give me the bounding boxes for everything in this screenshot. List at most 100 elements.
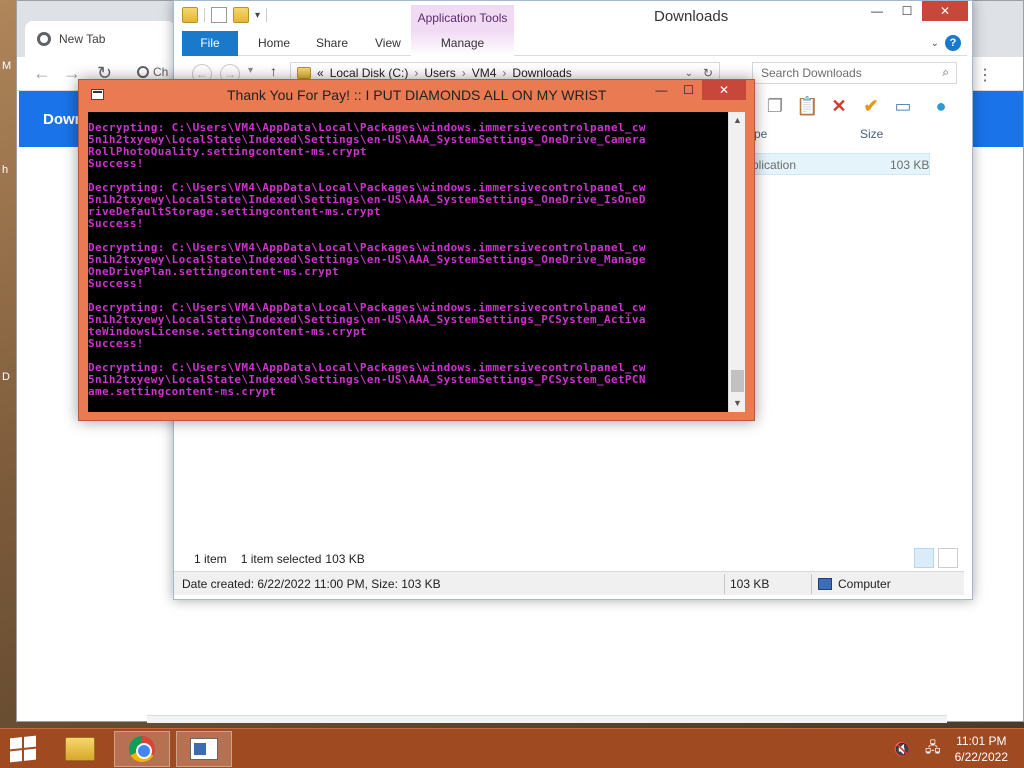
ribbon-tabs: File Home Share View Manage ⌄ ? xyxy=(182,31,967,56)
breadcrumb-separator-icon[interactable]: › xyxy=(502,66,506,80)
windows-start-icon[interactable] xyxy=(10,735,36,763)
back-arrow-icon[interactable]: ← xyxy=(33,63,51,84)
recent-locations-icon[interactable]: ▾ xyxy=(248,65,253,76)
address-overflow[interactable]: « xyxy=(317,66,324,80)
search-input[interactable]: Search Downloads xyxy=(752,62,957,84)
quick-access-toolbar: ▾ xyxy=(182,7,268,23)
breadcrumb-separator-icon[interactable]: › xyxy=(462,66,466,80)
tab-home[interactable]: Home xyxy=(244,31,304,56)
console-block: Decrypting: C:\Users\VM4\AppData\Local\P… xyxy=(88,122,728,170)
help-icon[interactable]: ? xyxy=(945,35,961,51)
application-tools-context-tab: Application Tools xyxy=(411,5,514,31)
explorer-status-bar: 1 item 1 item selected 103 KB xyxy=(194,552,365,566)
console-output[interactable]: Decrypting: C:\Users\VM4\AppData\Local\P… xyxy=(88,112,728,412)
omnibox-text: Ch xyxy=(153,65,169,79)
chrome-icon xyxy=(129,736,155,762)
qat-dropdown-icon[interactable]: ▾ xyxy=(255,10,260,21)
close-icon[interactable]: ✕ xyxy=(922,1,968,21)
refresh-icon[interactable]: ↻ xyxy=(703,66,713,80)
tab-manage[interactable]: Manage xyxy=(411,31,514,56)
scroll-thumb[interactable] xyxy=(731,370,744,392)
column-header-size[interactable]: Size xyxy=(860,127,883,141)
maximize-icon[interactable]: ☐ xyxy=(675,80,702,100)
console-titlebar[interactable]: Thank You For Pay! :: I PUT DIAMONDS ALL… xyxy=(79,80,754,108)
tab-file[interactable]: File xyxy=(182,31,238,56)
large-icons-view-icon[interactable] xyxy=(938,548,958,568)
clock-time: 11:01 PM xyxy=(956,734,1007,748)
console-line: Success! xyxy=(88,217,144,230)
close-icon[interactable]: ✕ xyxy=(702,80,746,100)
copy-icon[interactable]: ❐ xyxy=(764,95,786,117)
properties-icon[interactable]: ▭ xyxy=(892,95,914,117)
rename-icon[interactable]: ✔ xyxy=(860,95,882,117)
console-line: ame.settingcontent-ms.crypt xyxy=(88,385,277,398)
tab-view[interactable]: View xyxy=(361,31,415,56)
clock[interactable]: 11:01 PM 6/22/2022 xyxy=(955,733,1008,765)
console-block: Decrypting: C:\Users\VM4\AppData\Local\P… xyxy=(88,242,728,290)
chrome-menu-icon[interactable]: ⋮ xyxy=(977,65,993,85)
console-scrollbar[interactable]: ▲ ▼ xyxy=(728,112,745,412)
breadcrumb-users[interactable]: Users xyxy=(424,66,455,80)
breadcrumb-local-disk[interactable]: Local Disk (C:) xyxy=(330,66,409,80)
network-icon[interactable]: 🖧 xyxy=(925,737,941,761)
qat-separator xyxy=(266,8,268,22)
system-tray: 🔇 🖧 11:01 PM 6/22/2022 xyxy=(894,733,1008,765)
network-globe-icon[interactable]: ● xyxy=(930,95,952,117)
info-separator xyxy=(724,574,725,594)
chrome-bottom-bar xyxy=(147,715,947,723)
volume-muted-icon[interactable]: 🔇 xyxy=(894,741,911,758)
tab-share[interactable]: Share xyxy=(302,31,362,56)
file-row-size: 103 KB xyxy=(890,158,930,172)
console-window[interactable]: Thank You For Pay! :: I PUT DIAMONDS ALL… xyxy=(78,79,755,421)
minimize-icon[interactable]: — xyxy=(648,80,675,100)
file-explorer-icon xyxy=(65,737,95,761)
info-location-text: Computer xyxy=(838,577,891,591)
new-folder-icon[interactable] xyxy=(233,7,249,23)
console-title: Thank You For Pay! :: I PUT DIAMONDS ALL… xyxy=(227,87,607,103)
console-line: RollPhotoQuality.settingcontent-ms.crypt xyxy=(88,145,367,158)
explorer-titlebar[interactable]: ▾ Application Tools Downloads — ☐ ✕ xyxy=(174,1,972,31)
desktop-icon-label[interactable]: h xyxy=(2,164,8,176)
explorer-title: Downloads xyxy=(654,8,729,25)
computer-icon xyxy=(818,578,832,590)
chrome-icon xyxy=(137,66,149,78)
start-pane xyxy=(10,737,22,750)
breadcrumb-vm4[interactable]: VM4 xyxy=(472,66,497,80)
console-window-controls: — ☐ ✕ xyxy=(648,80,746,100)
details-view-icon[interactable] xyxy=(914,548,934,568)
console-line: Success! xyxy=(88,277,144,290)
up-arrow-icon[interactable]: ↑ xyxy=(270,63,277,79)
paste-icon[interactable]: 📋 xyxy=(796,95,818,117)
console-app-icon[interactable] xyxy=(91,89,104,100)
desktop-icon-label[interactable]: D xyxy=(2,371,10,383)
console-line: OneDrivePlan.settingcontent-ms.crypt xyxy=(88,265,340,278)
scroll-up-icon[interactable]: ▲ xyxy=(729,112,746,129)
status-selected-size: 103 KB xyxy=(325,552,365,566)
taskbar-chrome[interactable] xyxy=(114,731,170,767)
explorer-command-icons: ❐ 📋 ✕ ✔ ▭ ● xyxy=(764,95,952,117)
minimize-icon[interactable]: — xyxy=(862,1,892,21)
maximize-icon[interactable]: ☐ xyxy=(892,1,922,21)
console-block: Decrypting: C:\Users\VM4\AppData\Local\P… xyxy=(88,362,728,398)
folder-icon xyxy=(182,7,198,23)
ribbon-right-controls: ⌄ ? xyxy=(931,35,961,51)
folder-icon xyxy=(297,67,311,79)
breadcrumb-separator-icon[interactable]: › xyxy=(414,66,418,80)
delete-icon[interactable]: ✕ xyxy=(828,95,850,117)
column-header-type[interactable]: pe xyxy=(754,127,767,141)
breadcrumb-downloads[interactable]: Downloads xyxy=(512,66,571,80)
start-pane xyxy=(10,750,22,763)
omnibox[interactable]: Ch xyxy=(137,65,168,79)
address-dropdown-icon[interactable]: ⌄ xyxy=(685,68,693,79)
taskbar-console[interactable] xyxy=(176,731,232,767)
properties-icon[interactable] xyxy=(211,7,227,23)
desktop-icon-label[interactable]: M xyxy=(2,60,11,72)
chrome-tab-new-tab[interactable]: New Tab xyxy=(25,21,175,57)
details-pane-bar: Date created: 6/22/2022 11:00 PM, Size: … xyxy=(174,571,964,595)
taskbar-file-explorer[interactable] xyxy=(52,731,108,767)
console-line: riveDefaultStorage.settingcontent-ms.cry… xyxy=(88,205,381,218)
info-location: Computer xyxy=(818,577,891,591)
scroll-down-icon[interactable]: ▼ xyxy=(729,395,746,412)
ribbon-expand-icon[interactable]: ⌄ xyxy=(931,38,939,49)
search-icon[interactable]: ⌕ xyxy=(942,65,949,80)
